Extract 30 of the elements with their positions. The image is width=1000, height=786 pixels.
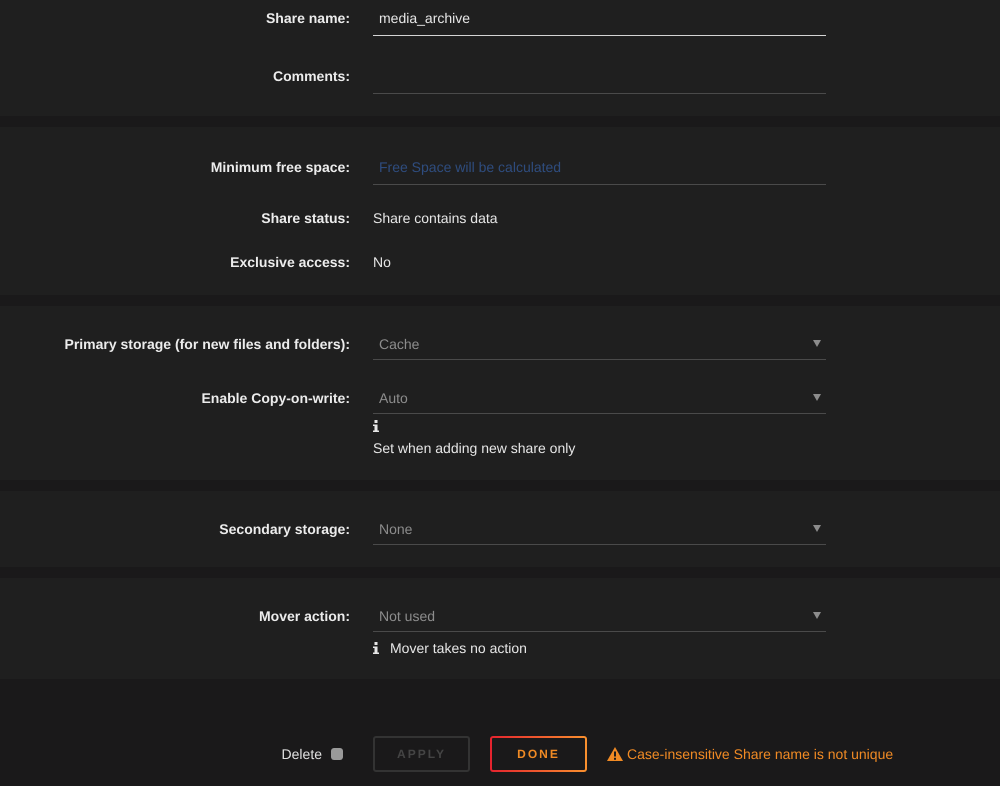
field-label: Primary storage (for new files and folders): [63,335,350,354]
field-label: Secondary storage: [218,520,350,539]
caret-icon [813,612,821,619]
caret-icon [813,525,821,532]
field-label: Minimum free space: [210,158,350,177]
info-icon [373,642,379,654]
dropdown-select[interactable]: Auto [373,382,826,414]
status-value: No [373,253,392,272]
dropdown-select[interactable]: Not used [373,600,826,632]
field-label: Enable Copy-on-write: [200,389,350,408]
help-text: Set when adding new share only [373,439,576,458]
caret-icon [813,394,821,401]
dropdown-select[interactable]: Cache [373,328,826,360]
field-label: Exclusive access: [229,253,350,272]
delete-checkbox[interactable] [331,748,343,760]
field-label: Share name: [264,9,350,28]
field-label: Comments: [272,67,350,86]
field-label: Share status: [260,209,350,228]
info-icon [373,420,379,432]
warning-message: Case-insensitive Share name is not unique [627,746,894,762]
delete-label: Delete [282,746,322,762]
field-label: Mover action: [258,607,350,626]
status-value: Share contains data [373,209,499,228]
dropdown-select[interactable]: None [373,513,826,545]
text-input[interactable]: Free Space will be calculated [373,149,826,185]
caret-icon [813,340,821,347]
text-input[interactable]: media_archive [373,0,826,36]
help-text: Mover takes no action [390,639,527,657]
action-button[interactable]: DONE [490,736,587,772]
warning-icon [607,747,623,761]
